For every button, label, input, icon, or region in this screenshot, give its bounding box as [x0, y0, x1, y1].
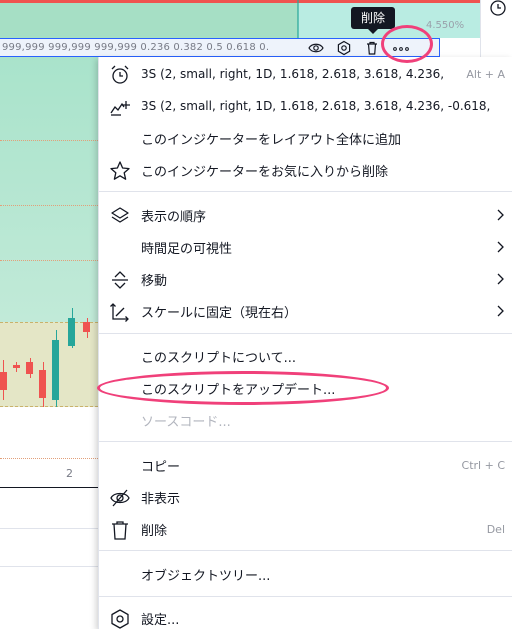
- pane-divider: [0, 566, 98, 567]
- menu-item-label: 3S (2, small, right, 1D, 1.618, 2.618, 3…: [141, 67, 445, 81]
- menu-item-add-alert[interactable]: 3S (2, small, right, 1D, 1.618, 2.618, 3…: [99, 58, 512, 90]
- shortcut-label: Del: [486, 522, 505, 536]
- vertical-marker: [297, 0, 299, 38]
- tooltip-delete: 削除: [351, 7, 395, 34]
- shortcut-label: Alt + A: [466, 67, 505, 81]
- menu-item-label: 設定...: [141, 612, 180, 628]
- chart-add-icon: [110, 101, 130, 116]
- menu-separator: [99, 441, 512, 442]
- fib-line: [0, 260, 98, 261]
- menu-item-label: このスクリプトについて...: [141, 350, 297, 366]
- clock-icon[interactable]: [488, 0, 508, 20]
- fib-line: [0, 205, 98, 206]
- menu-item-add-to-layout[interactable]: このインジケーターをレイアウト全体に追加: [99, 122, 512, 154]
- menu-item-timeframe-visibility[interactable]: 時間足の可視性: [99, 231, 512, 263]
- menu-item-delete[interactable]: 削除 Del: [99, 513, 512, 545]
- menu-separator: [99, 333, 512, 334]
- time-axis-line: [0, 487, 98, 488]
- chevron-right-icon: [497, 241, 504, 253]
- highlight-circle-update-script: [97, 371, 389, 405]
- menu-item-label: オブジェクトツリー...: [141, 568, 271, 584]
- fib-line: [0, 458, 98, 459]
- chart-top-band: [0, 0, 298, 38]
- pane-divider: [0, 528, 98, 529]
- menu-item-label: 表示の順序: [141, 209, 207, 225]
- menu-item-copy[interactable]: コピー Ctrl + C: [99, 449, 512, 481]
- settings-hex-icon: [111, 609, 129, 629]
- candle: [26, 362, 33, 374]
- pin-scale-icon: [110, 303, 129, 322]
- menu-item-label: 削除: [141, 523, 168, 539]
- candle: [68, 318, 75, 346]
- menu-item-label: 非表示: [141, 491, 181, 507]
- menu-item-add-indicator-on[interactable]: 3S (2, small, right, 1D, 1.618, 2.618, 3…: [99, 90, 512, 122]
- candle: [52, 340, 59, 400]
- menu-item-label: このインジケーターをお気に入りから削除: [141, 164, 389, 180]
- percent-label: 4.550%: [426, 20, 465, 31]
- menu-item-label: ソースコード...: [141, 414, 231, 430]
- star-icon: [110, 161, 130, 180]
- shortcut-label: Ctrl + C: [461, 458, 505, 472]
- menu-item-remove-favorite[interactable]: このインジケーターをお気に入りから削除: [99, 154, 512, 186]
- candle: [83, 322, 90, 332]
- menu-item-move[interactable]: 移動: [99, 263, 512, 295]
- trash-icon: [112, 521, 128, 540]
- menu-item-label: 時間足の可視性: [141, 241, 233, 257]
- chevron-right-icon: [497, 305, 504, 317]
- clock-alert-icon: [111, 65, 129, 84]
- menu-separator: [99, 596, 512, 597]
- menu-separator: [99, 550, 512, 551]
- menu-item-label: コピー: [141, 459, 181, 475]
- gear-icon[interactable]: [336, 40, 352, 56]
- menu-item-hide[interactable]: 非表示: [99, 481, 512, 513]
- fib-line: [0, 140, 98, 141]
- menu-separator: [99, 191, 512, 192]
- volume-pane: [0, 407, 98, 487]
- menu-item-label: 移動: [141, 273, 168, 289]
- fib-levels-text: 999,999 999,999 999,999 0.236 0.382 0.5 …: [2, 42, 270, 53]
- trash-icon[interactable]: [364, 40, 380, 56]
- menu-item-source-code: ソースコード...: [99, 404, 512, 436]
- candle: [39, 370, 46, 398]
- layers-icon: [111, 207, 129, 223]
- menu-item-about-script[interactable]: このスクリプトについて...: [99, 340, 512, 372]
- context-menu: 3S (2, small, right, 1D, 1.618, 2.618, 3…: [98, 57, 512, 629]
- menu-item-settings[interactable]: 設定...: [99, 602, 512, 629]
- axis-label: 2: [66, 467, 73, 480]
- chevron-right-icon: [497, 209, 504, 221]
- move-icon: [112, 271, 128, 289]
- menu-item-label: 3S (2, small, right, 1D, 1.618, 2.618, 3…: [141, 99, 491, 113]
- candle: [13, 365, 20, 368]
- eye-icon[interactable]: [308, 40, 324, 56]
- indicator-legend-strip[interactable]: 999,999 999,999 999,999 0.236 0.382 0.5 …: [0, 38, 440, 57]
- chevron-right-icon: [497, 273, 504, 285]
- eye-off-icon: [110, 489, 130, 507]
- highlight-circle-more-button: [381, 25, 433, 63]
- candle: [0, 372, 7, 390]
- menu-item-object-tree[interactable]: オブジェクトツリー...: [99, 558, 512, 590]
- menu-item-label: このインジケーターをレイアウト全体に追加: [141, 132, 402, 148]
- menu-item-label: スケールに固定（現在右）: [141, 305, 298, 321]
- menu-item-pin-to-scale[interactable]: スケールに固定（現在右）: [99, 295, 512, 327]
- price-line: [0, 0, 480, 3]
- menu-item-visual-order[interactable]: 表示の順序: [99, 199, 512, 231]
